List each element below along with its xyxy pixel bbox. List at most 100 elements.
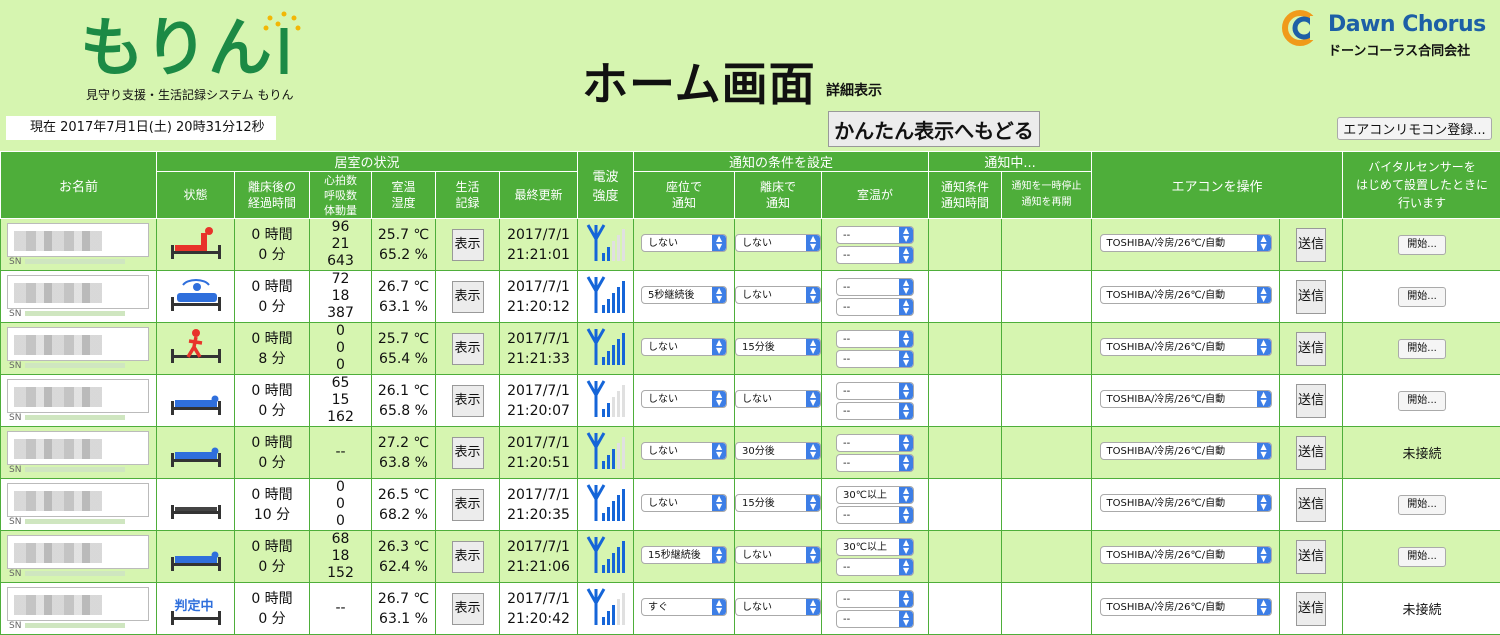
- vital-sensor-start-button[interactable]: 開始...: [1398, 287, 1446, 307]
- aircon-mode-select[interactable]: TOSHIBA/冷房/26℃/自動▲▼: [1100, 390, 1272, 408]
- notify-leaving-select[interactable]: しない▲▼: [735, 598, 821, 616]
- notify-leaving-select[interactable]: しない▲▼: [735, 546, 821, 564]
- vital-sensor-start-button[interactable]: 開始...: [1398, 235, 1446, 255]
- bed-lying-blue-icon: [167, 381, 225, 417]
- aircon-mode-select[interactable]: TOSHIBA/冷房/26℃/自動▲▼: [1100, 598, 1272, 616]
- select-arrows-icon: ▲▼: [899, 591, 913, 607]
- vital-sensor-start-button[interactable]: 開始...: [1398, 547, 1446, 567]
- col-vital-sensor: バイタルセンサーをはじめて設置したときに行います: [1343, 152, 1500, 219]
- aircon-mode-select[interactable]: TOSHIBA/冷房/26℃/自動▲▼: [1100, 234, 1272, 252]
- vital-sensor-start-button[interactable]: 開始...: [1398, 391, 1446, 411]
- select-arrows-icon: ▲▼: [899, 331, 913, 347]
- notify-temp-lower-select[interactable]: --▲▼: [836, 610, 914, 628]
- col-away-time: 離床後の経過時間: [235, 172, 310, 219]
- notify-temp-upper-select[interactable]: 30℃以上▲▼: [836, 538, 914, 556]
- record-cell: 表示: [436, 479, 500, 531]
- notify-temp-lower-select[interactable]: --▲▼: [836, 298, 914, 316]
- notify-leaving-select[interactable]: 30分後▲▼: [735, 442, 821, 460]
- simple-view-button[interactable]: かんたん表示へもどる: [828, 111, 1040, 147]
- show-record-button[interactable]: 表示: [452, 593, 484, 625]
- last-update: 2017/7/121:21:33: [500, 323, 578, 375]
- show-record-button[interactable]: 表示: [452, 229, 484, 261]
- select-arrows-icon: ▲▼: [1257, 287, 1271, 303]
- notify-cond-time-cell: [929, 479, 1002, 531]
- record-cell: 表示: [436, 219, 500, 271]
- aircon-mode-select[interactable]: TOSHIBA/冷房/26℃/自動▲▼: [1100, 546, 1272, 564]
- signal-cell: [578, 583, 634, 635]
- select-arrows-icon: ▲▼: [899, 455, 913, 471]
- notify-sitting-select[interactable]: しない▲▼: [641, 442, 727, 460]
- notify-resume-cell: [1002, 427, 1092, 479]
- aircon-send-button[interactable]: 送信: [1296, 384, 1326, 418]
- notify-sitting-select[interactable]: すぐ▲▼: [641, 598, 727, 616]
- aircon-mode-select[interactable]: TOSHIBA/冷房/26℃/自動▲▼: [1100, 442, 1272, 460]
- aircon-cell: TOSHIBA/冷房/26℃/自動▲▼: [1092, 271, 1280, 323]
- show-record-button[interactable]: 表示: [452, 333, 484, 365]
- col-name: お名前: [1, 152, 157, 219]
- vital-sensor-cell: 開始...: [1343, 375, 1500, 427]
- show-record-button[interactable]: 表示: [452, 437, 484, 469]
- select-arrows-icon: ▲▼: [712, 391, 726, 407]
- notify-sitting-select[interactable]: しない▲▼: [641, 234, 727, 252]
- aircon-send-button[interactable]: 送信: [1296, 540, 1326, 574]
- notify-sitting-cell: しない▲▼: [634, 219, 735, 271]
- select-arrows-icon: ▲▼: [1257, 339, 1271, 355]
- status-cell: [157, 271, 235, 323]
- notify-sitting-select[interactable]: しない▲▼: [641, 338, 727, 356]
- select-arrows-icon: ▲▼: [899, 435, 913, 451]
- notify-sitting-select[interactable]: 5秒継続後▲▼: [641, 286, 727, 304]
- notify-leaving-select[interactable]: しない▲▼: [735, 390, 821, 408]
- sensor-serial: SN: [1, 309, 156, 319]
- notify-temp-lower-select[interactable]: --▲▼: [836, 402, 914, 420]
- aircon-send-button[interactable]: 送信: [1296, 228, 1326, 262]
- show-record-button[interactable]: 表示: [452, 281, 484, 313]
- notify-temp-upper-select[interactable]: --▲▼: [836, 590, 914, 608]
- aircon-send-button[interactable]: 送信: [1296, 592, 1326, 626]
- notify-sitting-select[interactable]: しない▲▼: [641, 494, 727, 512]
- aircon-mode-select[interactable]: TOSHIBA/冷房/26℃/自動▲▼: [1100, 338, 1272, 356]
- vital-sensor-start-button[interactable]: 開始...: [1398, 339, 1446, 359]
- notify-leaving-select[interactable]: しない▲▼: [735, 234, 821, 252]
- notify-temp-upper-select[interactable]: 30℃以上▲▼: [836, 486, 914, 504]
- aircon-send-button[interactable]: 送信: [1296, 488, 1326, 522]
- current-datetime: 現在 2017年7月1日(土) 20時31分12秒: [6, 116, 276, 140]
- temp-humidity: 26.1 ℃65.8 %: [372, 375, 436, 427]
- notify-temp-lower-select[interactable]: --▲▼: [836, 506, 914, 524]
- notify-temp-upper-select[interactable]: --▲▼: [836, 278, 914, 296]
- vital-sensor-start-button[interactable]: 開始...: [1398, 495, 1446, 515]
- notify-temp-upper-select[interactable]: --▲▼: [836, 382, 914, 400]
- notify-temp-lower-select[interactable]: --▲▼: [836, 246, 914, 264]
- notify-sitting-cell: しない▲▼: [634, 375, 735, 427]
- show-record-button[interactable]: 表示: [452, 541, 484, 573]
- notify-temp-upper-select[interactable]: --▲▼: [836, 330, 914, 348]
- notify-sitting-select[interactable]: 15秒継続後▲▼: [641, 546, 727, 564]
- aircon-send-button[interactable]: 送信: [1296, 332, 1326, 366]
- notify-leaving-select[interactable]: しない▲▼: [735, 286, 821, 304]
- sensor-serial: SN: [1, 257, 156, 267]
- sensor-serial: SN: [1, 517, 156, 527]
- select-arrows-icon: ▲▼: [806, 235, 820, 251]
- select-arrows-icon: ▲▼: [899, 611, 913, 627]
- resident-name-cell: SN: [1, 375, 157, 427]
- notify-temp-lower-select[interactable]: --▲▼: [836, 454, 914, 472]
- record-cell: 表示: [436, 323, 500, 375]
- notify-temp-lower-select[interactable]: --▲▼: [836, 350, 914, 368]
- notify-temp-upper-select[interactable]: --▲▼: [836, 434, 914, 452]
- show-record-button[interactable]: 表示: [452, 385, 484, 417]
- vitals: 9621643: [310, 219, 372, 271]
- notify-temp-upper-select[interactable]: --▲▼: [836, 226, 914, 244]
- show-record-button[interactable]: 表示: [452, 489, 484, 521]
- aircon-send-button[interactable]: 送信: [1296, 280, 1326, 314]
- notify-sitting-select[interactable]: しない▲▼: [641, 390, 727, 408]
- resident-name-blurred: [7, 379, 149, 413]
- notify-leaving-select[interactable]: 15分後▲▼: [735, 338, 821, 356]
- aircon-remote-register-button[interactable]: エアコンリモコン登録...: [1337, 117, 1492, 140]
- notify-temp-lower-select[interactable]: --▲▼: [836, 558, 914, 576]
- notify-leaving-select[interactable]: 15分後▲▼: [735, 494, 821, 512]
- away-time: 0 時間0 分: [235, 271, 310, 323]
- select-arrows-icon: ▲▼: [806, 495, 820, 511]
- aircon-send-button[interactable]: 送信: [1296, 436, 1326, 470]
- aircon-cell: TOSHIBA/冷房/26℃/自動▲▼: [1092, 219, 1280, 271]
- aircon-mode-select[interactable]: TOSHIBA/冷房/26℃/自動▲▼: [1100, 286, 1272, 304]
- aircon-mode-select[interactable]: TOSHIBA/冷房/26℃/自動▲▼: [1100, 494, 1272, 512]
